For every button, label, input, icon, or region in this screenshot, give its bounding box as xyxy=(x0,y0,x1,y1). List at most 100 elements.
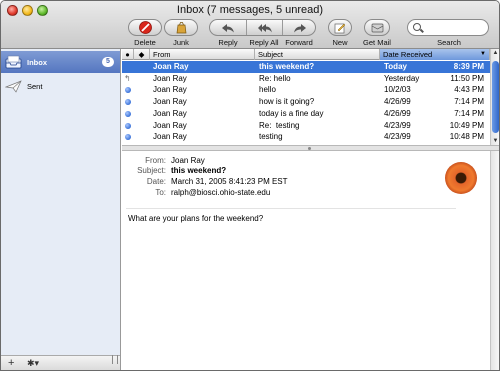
row-time: 8:39 PM xyxy=(453,62,484,71)
row-subject: today is a fine day xyxy=(259,108,324,118)
reply-label: Reply xyxy=(218,38,238,47)
unread-count-badge: 5 xyxy=(102,57,114,67)
row-date: 4/26/99 xyxy=(384,108,411,118)
table-row[interactable]: Joan Ray how is it going? 4/26/99 7:14 P… xyxy=(122,96,490,108)
row-time: 7:14 PM xyxy=(454,108,484,118)
forward-arrow-icon xyxy=(294,23,306,32)
from-value[interactable]: Joan Ray xyxy=(171,156,205,165)
get-mail-label: Get Mail xyxy=(363,38,391,47)
date-label: Date: xyxy=(146,177,166,186)
scroll-up-arrow-icon[interactable]: ▲ xyxy=(491,49,499,57)
table-row[interactable]: Joan Ray hello 10/2/03 4:43 PM xyxy=(122,84,490,96)
search-icon xyxy=(413,23,421,31)
column-unread-icon[interactable]: ● xyxy=(122,49,134,60)
sidebar-footer: + ✱▾ xyxy=(1,355,120,370)
subject-label: Subject: xyxy=(137,166,166,175)
search-input[interactable] xyxy=(424,22,484,33)
resize-handle[interactable] xyxy=(112,355,118,364)
row-from: Joan Ray xyxy=(153,120,187,130)
forward-label: Forward xyxy=(285,38,313,47)
row-from: Joan Ray xyxy=(153,73,187,83)
delete-icon xyxy=(138,21,152,34)
reply-all-button[interactable] xyxy=(246,20,282,35)
column-date-received[interactable]: Date Received ▼ xyxy=(380,49,490,60)
row-from: Joan Ray xyxy=(153,108,187,118)
sidebar-item-label: Inbox xyxy=(27,57,47,67)
from-label: From: xyxy=(145,156,166,165)
gear-icon[interactable]: ✱▾ xyxy=(27,357,39,369)
get-mail-button[interactable] xyxy=(364,19,390,36)
header-to: To: ralph@biosci.ohio-state.edu xyxy=(122,188,422,198)
row-from: Joan Ray xyxy=(153,132,187,142)
unread-dot-icon xyxy=(125,110,131,117)
reply-all-label: Reply All xyxy=(249,38,279,47)
window-title: Inbox (7 messages, 5 unread) xyxy=(176,4,324,16)
unread-dot-icon xyxy=(125,134,131,141)
row-subject: Re: testing xyxy=(259,120,300,130)
table-row[interactable]: Joan Ray Re: testing 4/23/99 10:49 PM xyxy=(122,120,490,132)
mailbox-sidebar: Inbox 5 Sent + ✱▾ xyxy=(1,49,121,370)
junk-bag-icon xyxy=(176,22,186,34)
header-divider xyxy=(126,208,456,209)
reply-arrow-icon xyxy=(222,23,234,32)
reply-all-arrow-icon xyxy=(257,23,272,32)
table-row[interactable]: Joan Ray this weekend? Today 8:39 PM xyxy=(122,61,490,73)
junk-button[interactable] xyxy=(164,19,198,36)
sort-arrow-icon: ▼ xyxy=(480,51,486,57)
unread-dot-icon xyxy=(125,99,131,106)
message-body: What are your plans for the weekend? xyxy=(128,214,264,223)
list-scrollbar[interactable]: ▲ ▼ xyxy=(490,49,499,149)
junk-label: Junk xyxy=(173,38,189,47)
unread-dot-icon xyxy=(125,87,131,94)
row-subject: testing xyxy=(259,132,283,142)
row-from: Joan Ray xyxy=(153,62,189,71)
replied-arrow-icon: ↰ xyxy=(124,73,131,83)
new-message-button[interactable] xyxy=(328,19,352,36)
column-from[interactable]: From xyxy=(150,49,255,60)
header-date: Date: March 31, 2005 8:41:23 PM EST xyxy=(122,177,422,187)
row-subject: how is it going? xyxy=(259,97,315,107)
to-value[interactable]: ralph@biosci.ohio-state.edu xyxy=(171,188,270,197)
row-subject: hello xyxy=(259,85,276,95)
sender-avatar xyxy=(445,162,477,194)
column-subject[interactable]: Subject xyxy=(255,49,380,60)
message-scrollbar[interactable] xyxy=(490,151,499,370)
reply-button[interactable] xyxy=(210,20,246,35)
message-viewer: From: Joan Ray Subject: this weekend? Da… xyxy=(122,151,499,370)
table-row[interactable]: ↰ Joan Ray Re: hello Yesterday 11:50 PM xyxy=(122,73,490,85)
delete-label: Delete xyxy=(134,38,156,47)
row-date: Yesterday xyxy=(384,73,420,83)
mailbox-icon xyxy=(371,23,383,33)
mail-window: Inbox (7 messages, 5 unread) Delete Junk xyxy=(0,0,500,371)
subject-value: this weekend? xyxy=(171,166,227,175)
row-time: 10:49 PM xyxy=(449,120,484,130)
column-status-icon[interactable]: ◆ xyxy=(134,49,150,60)
search-field[interactable] xyxy=(407,19,489,36)
table-row[interactable]: Joan Ray testing 4/23/99 10:48 PM xyxy=(122,131,490,143)
row-time: 11:50 PM xyxy=(450,73,484,83)
delete-button[interactable] xyxy=(128,19,162,36)
scroll-down-arrow-icon[interactable]: ▼ xyxy=(491,137,499,145)
sidebar-item-label: Sent xyxy=(27,81,43,91)
row-date: 4/26/99 xyxy=(384,97,411,107)
sidebar-item-sent[interactable]: Sent xyxy=(1,75,120,97)
add-mailbox-icon[interactable]: + xyxy=(8,357,14,369)
new-label: New xyxy=(332,38,348,47)
inbox-tray-icon xyxy=(5,55,22,69)
compose-pencil-icon xyxy=(334,23,346,33)
reply-segmented-control xyxy=(209,19,316,36)
header-from: From: Joan Ray xyxy=(122,156,422,166)
row-date: 4/23/99 xyxy=(384,120,411,130)
message-list: ● ◆ From Subject Date Received ▼ Joan Ra… xyxy=(122,49,499,149)
list-header: ● ◆ From Subject Date Received ▼ xyxy=(122,49,490,60)
search-label: Search xyxy=(437,38,461,47)
row-date: 10/2/03 xyxy=(384,85,411,95)
row-date: Today xyxy=(384,62,407,71)
unread-dot-icon xyxy=(125,122,131,129)
paper-plane-icon xyxy=(5,80,22,93)
table-row[interactable]: Joan Ray today is a fine day 4/26/99 7:1… xyxy=(122,108,490,120)
forward-button[interactable] xyxy=(282,20,317,35)
sidebar-item-inbox[interactable]: Inbox 5 xyxy=(1,51,120,73)
scroll-thumb[interactable] xyxy=(492,61,499,133)
toolbar: Inbox (7 messages, 5 unread) Delete Junk xyxy=(1,1,499,49)
